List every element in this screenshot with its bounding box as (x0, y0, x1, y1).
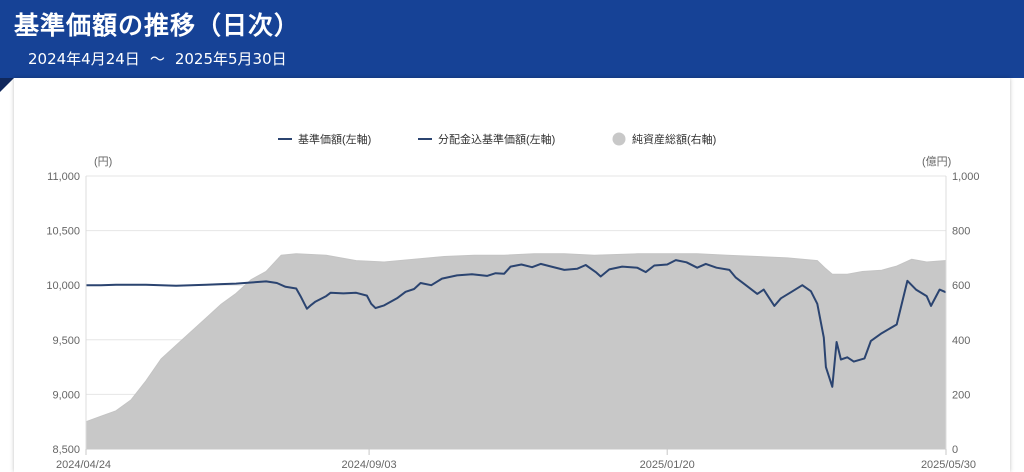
header-corner-fold (0, 78, 14, 92)
period-start: 2024年4月24日 (28, 50, 140, 68)
period-end: 2025年5月30日 (174, 50, 287, 68)
x-tick-label: 2025/01/20 (640, 459, 695, 471)
legend-label: 分配金込基準価額(左軸) (438, 132, 555, 146)
chart-panel: 基準価額(左軸) 分配金込基準価額(左軸) 純資産総額(右軸) 8,500 9,000… (14, 78, 1010, 472)
legend-area-swatch (612, 132, 626, 146)
left-tick-label: 10,500 (46, 226, 80, 238)
right-tick-label: 800 (952, 226, 970, 238)
period-range: 2024年4月24日 ～ 2025年5月30日 (28, 48, 287, 69)
legend-label: 純資産総額(右軸) (632, 132, 716, 146)
chart-legend: 基準価額(左軸) 分配金込基準価額(左軸) 純資産総額(右軸) (278, 132, 716, 146)
left-tick-label: 10,000 (46, 280, 80, 292)
right-tick-label: 600 (952, 280, 970, 292)
legend-label: 基準価額(左軸) (298, 132, 371, 146)
left-tick-label: 9,500 (52, 335, 80, 347)
page-header: 基準価額の推移（日次） 2024年4月24日 ～ 2025年5月30日 (0, 0, 1024, 78)
right-tick-label: 1,000 (952, 171, 980, 183)
period-separator: ～ (149, 50, 165, 68)
page-title: 基準価額の推移（日次） (14, 11, 301, 40)
x-tick-label: 2024/09/03 (342, 459, 397, 471)
x-tick-label: 2025/05/30 (921, 459, 976, 471)
left-axis-unit: (円) (94, 156, 112, 168)
nav-chart: 基準価額(左軸) 分配金込基準価額(左軸) 純資産総額(右軸) 8,500 9,000… (46, 132, 980, 471)
right-tick-label: 0 (952, 444, 958, 456)
net-assets-area (85, 253, 947, 450)
left-tick-label: 8,500 (52, 444, 80, 456)
right-axis-unit: (億円) (922, 155, 951, 168)
x-tick-label: 2024/04/24 (56, 459, 111, 471)
left-tick-label: 11,000 (47, 171, 80, 183)
right-tick-label: 200 (952, 389, 970, 401)
left-tick-label: 9,000 (52, 389, 80, 401)
right-tick-label: 400 (952, 335, 970, 347)
